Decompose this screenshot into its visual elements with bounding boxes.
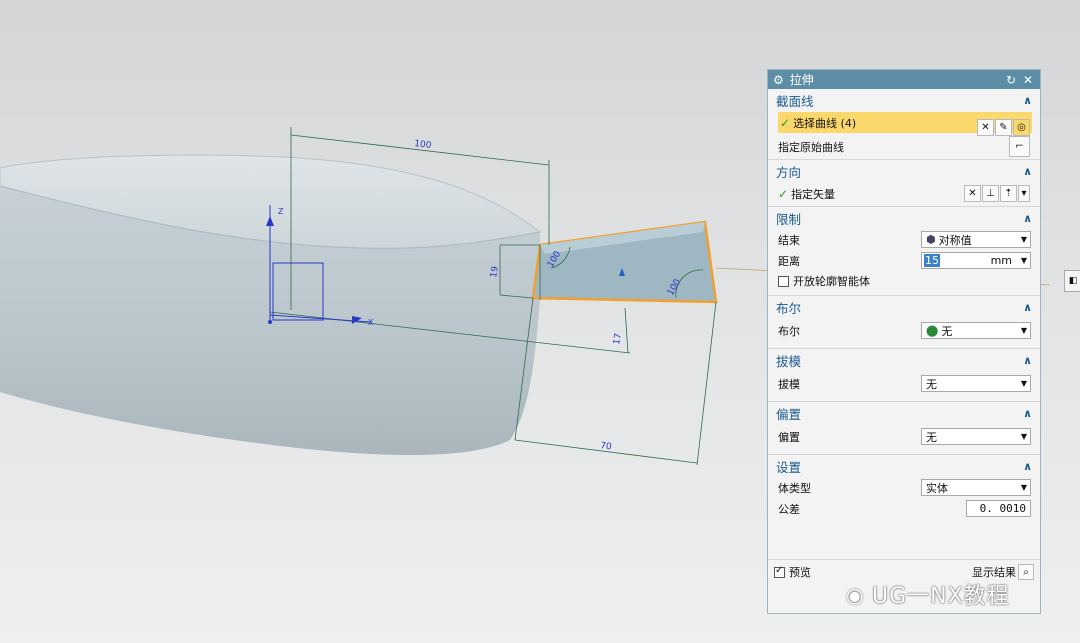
section-curve: 截面线 ∧ ✓ 选择曲线 (4) ✕ ✎ ◎ 指定原始曲线 ⌐ — [768, 89, 1040, 159]
preview-label: 预览 — [789, 566, 811, 579]
vector-constructor-icon[interactable]: ⇡ — [1000, 185, 1017, 202]
tolerance-label: 公差 — [778, 502, 800, 516]
draft-select[interactable]: 无 ▼ — [921, 375, 1031, 392]
section-curve-header[interactable]: 截面线 ∧ — [768, 89, 1040, 111]
chevron-down-icon[interactable]: ▼ — [1021, 256, 1027, 265]
section-boolean-title: 布尔 — [776, 300, 802, 316]
distance-value: 15 — [924, 254, 940, 267]
offset-label: 偏置 — [778, 431, 800, 444]
dialog-titlebar: ⚙ 拉伸 ↻ ✕ — [768, 70, 1040, 89]
dim-height-19[interactable]: 19 — [489, 265, 501, 278]
tolerance-row: 公差 0. 0010 — [768, 498, 1040, 519]
side-panel-icon[interactable]: ◧ — [1064, 270, 1080, 292]
close-icon[interactable]: ✕ — [1021, 73, 1035, 87]
section-settings-header[interactable]: 设置 ∧ — [768, 455, 1040, 477]
open-profile-row: 开放轮廓智能体 — [768, 271, 1040, 291]
draft-label: 拔模 — [778, 378, 800, 391]
select-curve-label: 选择曲线 (4) — [793, 116, 857, 130]
extrude-dialog: ⚙ 拉伸 ↻ ✕ 截面线 ∧ ✓ 选择曲线 (4) ✕ ✎ ◎ 指定原始曲线 ⌐… — [767, 69, 1041, 614]
preview-checkbox[interactable] — [774, 565, 785, 578]
chevron-down-icon: ▼ — [1020, 379, 1027, 388]
collapse-icon[interactable]: ∧ — [1023, 212, 1032, 225]
section-draft-title: 拔模 — [776, 353, 802, 369]
symmetric-icon: ⬢ — [926, 233, 936, 246]
chevron-down-icon[interactable]: ▾ — [1018, 185, 1030, 202]
open-profile-checkbox[interactable] — [778, 275, 789, 287]
collapse-icon[interactable]: ∧ — [1023, 301, 1032, 314]
boolean-row: 布尔 ⬤ 无 ▼ — [768, 318, 1040, 344]
end-select[interactable]: ⬢ 对称值 ▼ — [921, 231, 1031, 248]
boolean-label: 布尔 — [778, 325, 800, 338]
dim-width-70[interactable]: 70 — [600, 441, 613, 452]
section-boolean: 布尔 ∧ 布尔 ⬤ 无 ▼ — [768, 295, 1040, 344]
body-type-select[interactable]: 实体 ▼ — [921, 479, 1031, 496]
watermark-text: UG一NX教程 — [872, 584, 1010, 609]
specify-origin-row: 指定原始曲线 ⌐ — [768, 134, 1040, 159]
boolean-select-value: 无 — [941, 324, 953, 338]
section-limits: 限制 ∧ 结束 ⬢ 对称值 ▼ 距离 15 mm ▼ 开放轮廓智能体 — [768, 206, 1040, 291]
section-offset-title: 偏置 — [776, 406, 802, 422]
distance-input[interactable]: 15 mm ▼ — [921, 252, 1031, 269]
section-settings: 设置 ∧ 体类型 实体 ▼ 公差 0. 0010 — [768, 454, 1040, 519]
x-axis-label: X — [368, 318, 374, 327]
dim-offset-17[interactable]: 17 — [612, 333, 624, 346]
distance-row: 距离 15 mm ▼ — [768, 250, 1040, 271]
section-direction: 方向 ∧ ✓ 指定矢量 ✕ ⊥ ⇡ ▾ — [768, 159, 1040, 206]
specify-origin-label: 指定原始曲线 — [778, 140, 844, 154]
open-profile-label: 开放轮廓智能体 — [793, 275, 870, 288]
offset-select[interactable]: 无 ▼ — [921, 428, 1031, 445]
collapse-icon[interactable]: ∧ — [1023, 94, 1032, 107]
chevron-down-icon: ▼ — [1020, 432, 1027, 441]
draft-select-value: 无 — [926, 377, 937, 391]
vector-icon[interactable]: ⊥ — [982, 185, 999, 202]
section-boolean-header[interactable]: 布尔 ∧ — [768, 296, 1040, 318]
distance-unit: mm — [990, 254, 1012, 267]
end-select-value: 对称值 — [938, 233, 972, 247]
section-direction-title: 方向 — [776, 164, 802, 180]
magnifier-icon[interactable]: ⌕ — [1018, 564, 1034, 580]
chevron-down-icon: ▼ — [1020, 235, 1027, 244]
collapse-icon[interactable]: ∧ — [1023, 354, 1032, 367]
dialog-title: 拉伸 — [789, 73, 814, 87]
check-icon: ✓ — [778, 187, 789, 201]
reverse-direction-icon[interactable]: ✕ — [964, 185, 981, 202]
section-offset-header[interactable]: 偏置 ∧ — [768, 402, 1040, 424]
specify-vector-label: 指定矢量 — [791, 188, 836, 201]
check-icon: ✓ — [780, 115, 791, 130]
collapse-icon[interactable]: ∧ — [1023, 460, 1032, 473]
section-curve-title: 截面线 — [776, 93, 814, 109]
wechat-icon: ◉ — [846, 583, 864, 607]
origin-curve-icon[interactable]: ⌐ — [1009, 136, 1030, 157]
specify-vector-row: ✓ 指定矢量 ✕ ⊥ ⇡ ▾ — [768, 182, 1040, 206]
collapse-icon[interactable]: ∧ — [1023, 165, 1032, 178]
offset-row: 偏置 无 ▼ — [768, 424, 1040, 450]
collapse-icon[interactable]: ∧ — [1023, 407, 1032, 420]
boolean-select[interactable]: ⬤ 无 ▼ — [921, 322, 1031, 339]
dim-length-100[interactable]: 100 — [414, 139, 433, 151]
section-draft: 拔模 ∧ 拔模 无 ▼ — [768, 348, 1040, 397]
tolerance-input[interactable]: 0. 0010 — [966, 500, 1031, 517]
section-offset: 偏置 ∧ 偏置 无 ▼ — [768, 401, 1040, 450]
section-limits-title: 限制 — [776, 211, 802, 227]
end-row: 结束 ⬢ 对称值 ▼ — [768, 229, 1040, 250]
vector-tools: ✕ ⊥ ⇡ ▾ — [964, 185, 1030, 202]
end-label: 结束 — [778, 233, 800, 247]
gear-icon[interactable]: ⚙ — [773, 73, 784, 87]
distance-label: 距离 — [778, 254, 800, 268]
section-draft-header[interactable]: 拔模 ∧ — [768, 349, 1040, 371]
body-type-row: 体类型 实体 ▼ — [768, 477, 1040, 498]
z-axis-label: Z — [278, 207, 284, 216]
chevron-down-icon: ▼ — [1020, 326, 1027, 335]
section-settings-title: 设置 — [776, 459, 802, 475]
body-type-label: 体类型 — [778, 481, 811, 495]
draft-row: 拔模 无 ▼ — [768, 371, 1040, 397]
section-direction-header[interactable]: 方向 ∧ — [768, 160, 1040, 182]
chevron-down-icon: ▼ — [1020, 483, 1027, 492]
body-type-select-value: 实体 — [926, 481, 948, 495]
section-limits-header[interactable]: 限制 ∧ — [768, 207, 1040, 229]
offset-select-value: 无 — [926, 430, 937, 444]
boolean-icon: ⬤ — [926, 324, 939, 337]
reset-icon[interactable]: ↻ — [1004, 73, 1018, 87]
